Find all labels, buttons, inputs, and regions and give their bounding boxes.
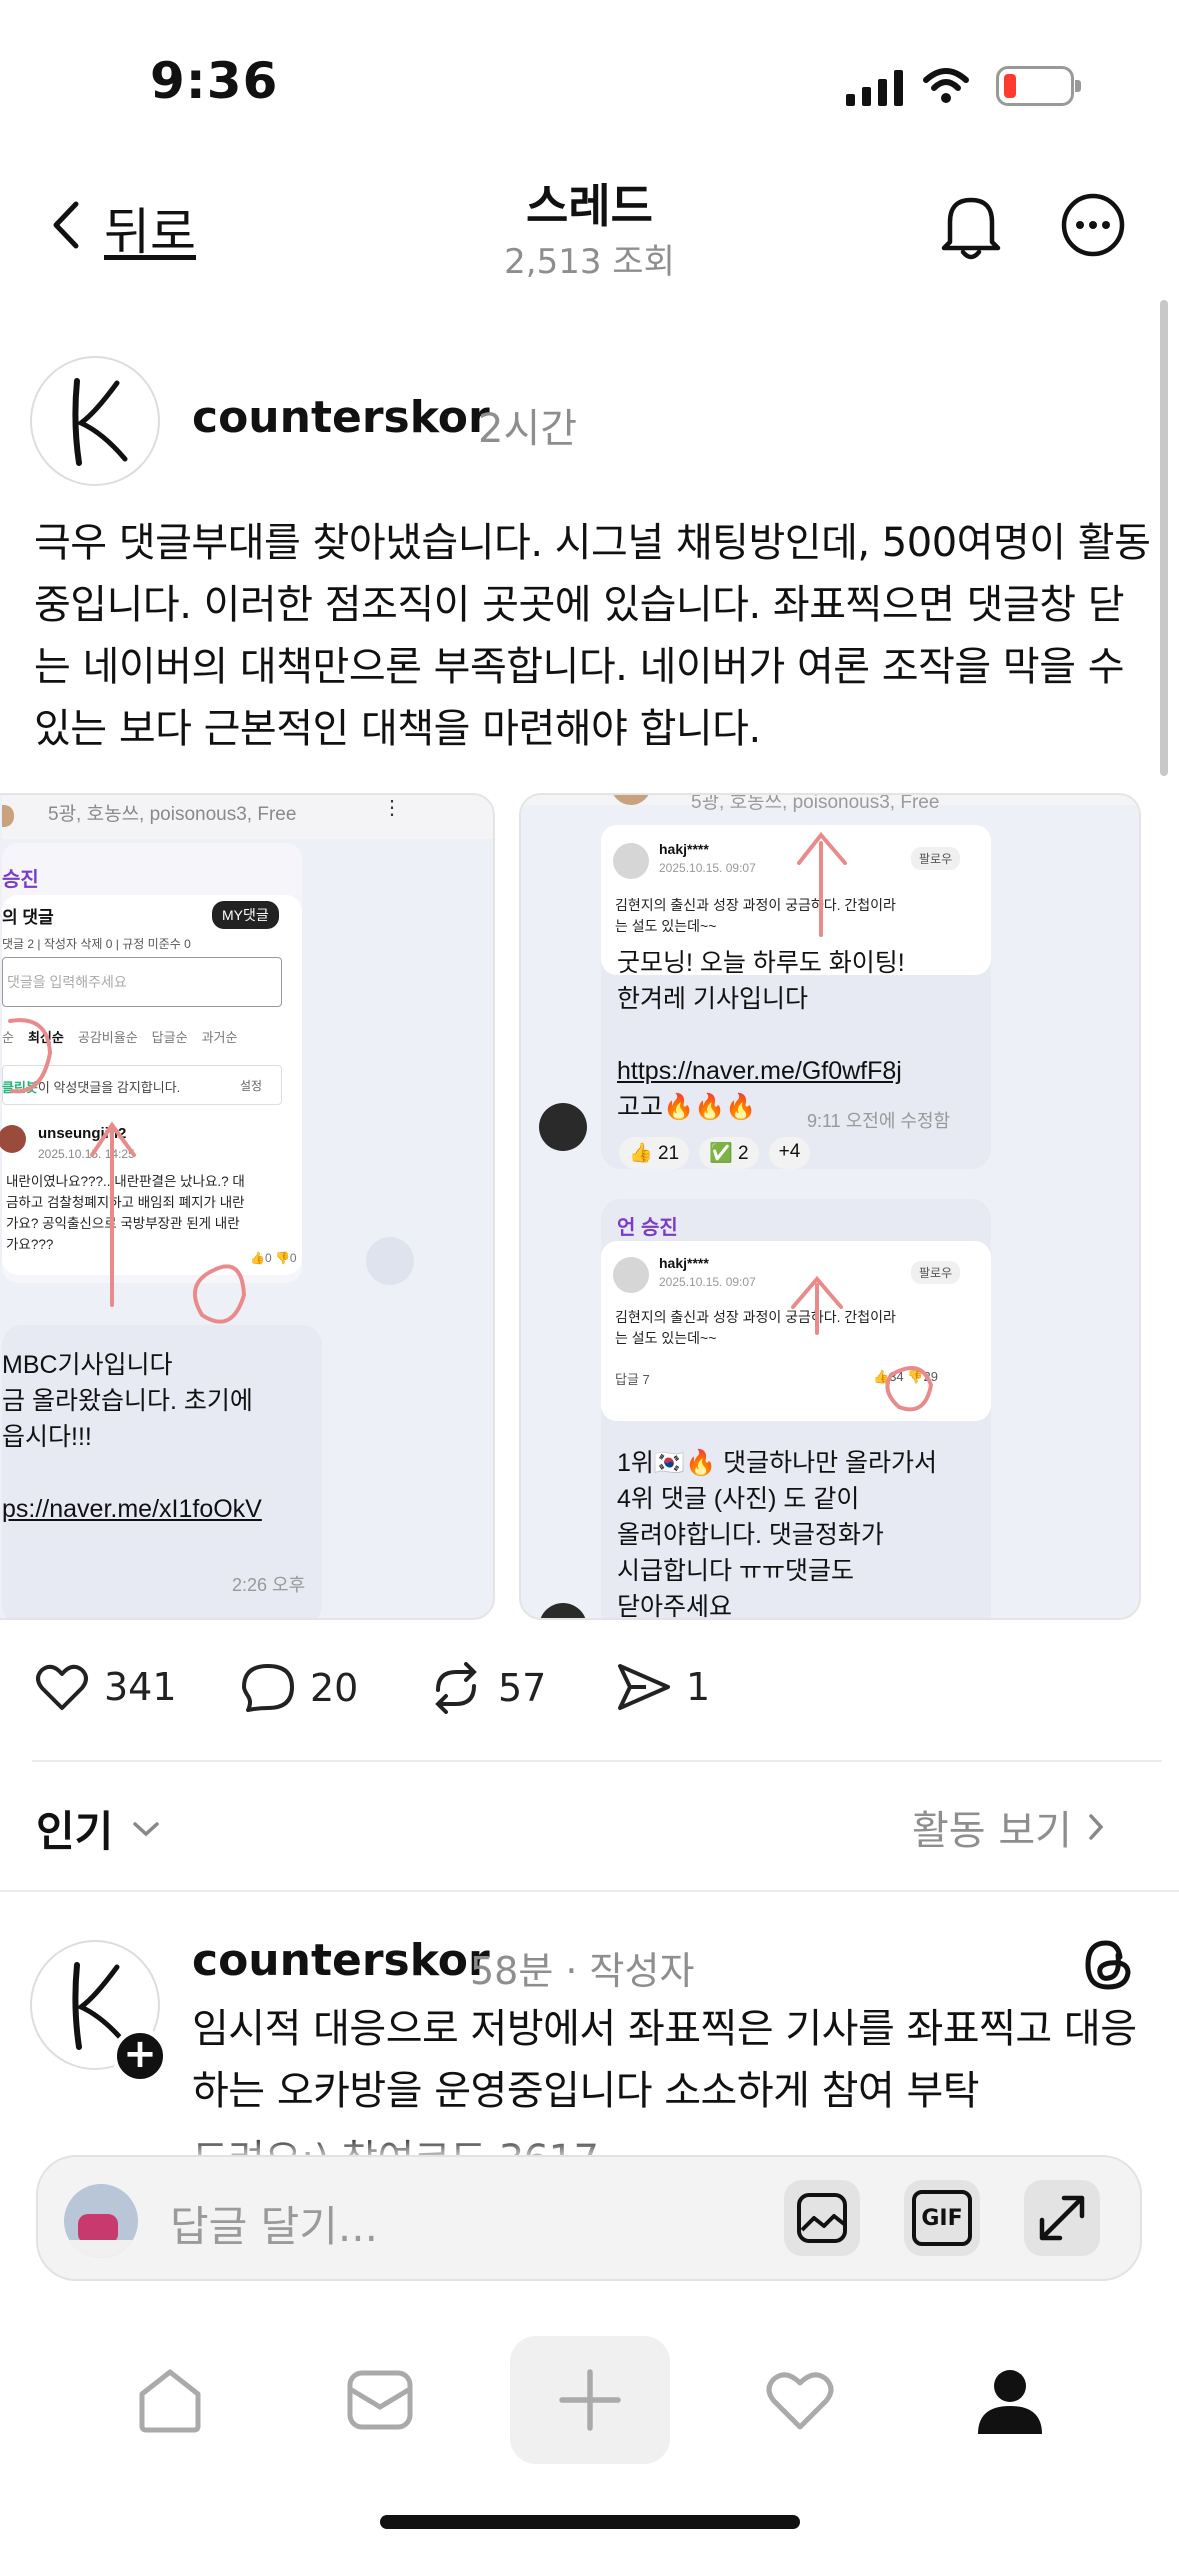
- reply-meta: 58분 · 작성자: [470, 1949, 695, 1993]
- author-name[interactable]: counterskor: [192, 392, 490, 443]
- reply-author-name[interactable]: counterskor: [192, 1935, 490, 1986]
- share-button[interactable]: 1: [616, 1662, 710, 1712]
- post-text: 극우 댓글부대를 찾아냈습니다. 시그널 채팅방인데, 500여명이 활동 중입…: [34, 520, 1151, 752]
- expand-icon: [1039, 2195, 1085, 2241]
- tab-create[interactable]: [510, 2336, 670, 2464]
- view-activity-link[interactable]: 활동 보기: [912, 1798, 1106, 1856]
- home-indicator: [380, 2515, 800, 2529]
- like-button[interactable]: 341: [34, 1662, 177, 1712]
- heart-icon: [36, 1664, 88, 1710]
- send-icon: [618, 1664, 670, 1710]
- threads-logo-icon: [1085, 1940, 1131, 1990]
- image-attach-button[interactable]: [784, 2180, 860, 2256]
- share-count: 1: [686, 1665, 711, 1709]
- tab-inbox[interactable]: [310, 2340, 450, 2460]
- signal-icon: [846, 70, 903, 106]
- mail-icon: [347, 2370, 413, 2430]
- image-icon: [797, 2193, 847, 2243]
- heart-icon: [766, 2372, 834, 2430]
- home-icon: [139, 2369, 201, 2433]
- gif-button[interactable]: GIF: [904, 2180, 980, 2256]
- tab-activity[interactable]: [730, 2340, 870, 2460]
- person-icon: [978, 2370, 1042, 2434]
- divider: [0, 1890, 1179, 1892]
- repost-count: 57: [498, 1666, 547, 1710]
- sort-dropdown[interactable]: 인기: [36, 1798, 161, 1859]
- repost-icon: [435, 1662, 477, 1714]
- reply-input[interactable]: 답글 달기...: [170, 2193, 378, 2254]
- tab-home[interactable]: [100, 2340, 240, 2460]
- tab-profile[interactable]: [940, 2340, 1080, 2460]
- repost-button[interactable]: 57: [428, 1662, 546, 1714]
- follow-plus-icon[interactable]: +: [112, 2028, 168, 2084]
- wifi-icon: [923, 68, 969, 103]
- more-options-icon[interactable]: [1060, 192, 1126, 258]
- chevron-right-icon: [1089, 1814, 1104, 1840]
- sort-label: 인기: [36, 1807, 114, 1856]
- divider: [32, 1760, 1162, 1762]
- attached-image-2[interactable]: 5광, 호농쓰, poisonous3, Free hakj**** 2025.…: [519, 793, 1141, 1620]
- expand-button[interactable]: [1024, 2180, 1100, 2256]
- comment-bubble-icon: [242, 1664, 294, 1712]
- comment-count: 20: [310, 1666, 359, 1710]
- red-annotations: [791, 831, 934, 1412]
- author-avatar[interactable]: [30, 356, 160, 486]
- red-annotations: [8, 1018, 247, 1324]
- activity-label: 활동 보기: [912, 1808, 1072, 1854]
- user-avatar[interactable]: [64, 2184, 138, 2258]
- post-time: 2시간: [478, 406, 578, 452]
- reply-text: 임시적 대응으로 저방에서 좌표찍은 기사를 좌표찍고 대응하는 오카방을 운영…: [192, 2006, 1137, 2114]
- battery-icon: [996, 66, 1081, 106]
- bell-icon[interactable]: [938, 192, 1004, 262]
- like-count: 341: [104, 1665, 177, 1709]
- gif-icon: GIF: [912, 2190, 972, 2246]
- scrollbar[interactable]: [1160, 300, 1168, 776]
- status-time: 9:36: [150, 52, 279, 110]
- plus-icon: [559, 2369, 621, 2431]
- k-logo-icon: [72, 378, 128, 466]
- attached-image-1[interactable]: 5광, 호농쓰, poisonous3, Free ⋮ 승진 의 댓글 MY댓글…: [0, 793, 495, 1620]
- chevron-down-icon: [133, 1821, 160, 1836]
- comment-button[interactable]: 20: [240, 1662, 358, 1714]
